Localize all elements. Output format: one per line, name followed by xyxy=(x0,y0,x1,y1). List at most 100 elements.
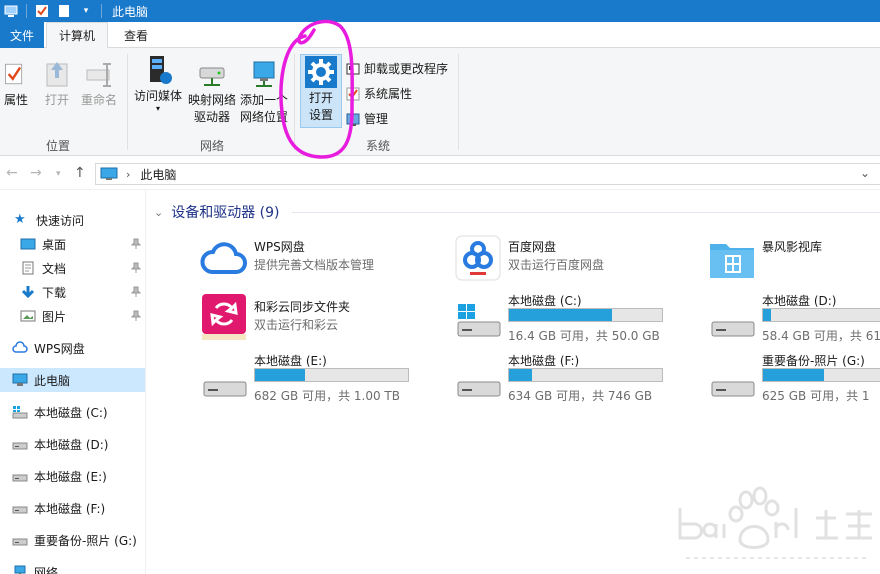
drive-icon xyxy=(457,381,501,397)
network-group-label: 网络 xyxy=(200,139,225,153)
add-network-location-button[interactable]: 添加一个 网络位置 xyxy=(238,58,290,126)
breadcrumb[interactable]: 此电脑 xyxy=(140,166,176,183)
add-location-label-2: 网络位置 xyxy=(239,110,288,124)
map-network-drive-button[interactable]: 映射网络 驱动器 xyxy=(186,58,238,126)
pin-icon[interactable] xyxy=(131,262,141,274)
settings-label-2: 设置 xyxy=(308,108,333,122)
add-location-label-1: 添加一个 xyxy=(239,93,288,107)
open-settings-button[interactable]: 打开 设置 xyxy=(300,56,342,124)
drive-d-item[interactable]: 本地磁盘 (D:) 58.4 GB 可用，共 61. xyxy=(708,292,880,343)
sidebar-item-label: 文档 xyxy=(42,261,67,276)
sidebar-item-desktop[interactable]: 桌面 xyxy=(0,232,145,256)
devices-section-header[interactable]: ⌄ 设备和驱动器 (9) xyxy=(154,202,280,222)
sidebar-item-drive-g[interactable]: 重要备份-照片 (G:) xyxy=(0,528,145,552)
pin-icon[interactable] xyxy=(131,310,141,322)
up-arrow-icon[interactable]: ↑ xyxy=(74,165,86,181)
rename-label: 重命名 xyxy=(80,93,117,107)
drive-c-item[interactable]: 本地磁盘 (C:) 16.4 GB 可用，共 50.0 GB xyxy=(454,292,684,343)
sidebar-item-label: 本地磁盘 (E:) xyxy=(34,469,107,484)
sidebar-item-drive-d[interactable]: 本地磁盘 (D:) xyxy=(0,432,145,456)
pictures-icon xyxy=(20,310,36,322)
wps-drive-item[interactable]: WPS网盘 提供完善文档版本管理 xyxy=(200,234,430,284)
properties-check-icon[interactable] xyxy=(35,4,49,18)
tab-file[interactable]: 文件 xyxy=(0,22,44,48)
baidu-netdisk-item[interactable]: 百度网盘 双击运行百度网盘 xyxy=(454,234,684,284)
forward-arrow-icon[interactable]: → xyxy=(30,165,42,181)
collapse-chevron-icon[interactable]: ⌄ xyxy=(154,206,163,219)
network-icon xyxy=(14,565,26,574)
cloud-icon xyxy=(12,341,28,353)
system-properties-button[interactable]: 系统属性 xyxy=(346,85,412,102)
back-arrow-icon[interactable]: ← xyxy=(6,165,18,181)
access-media-label: 访问媒体 xyxy=(133,89,182,103)
sidebar-item-pictures[interactable]: 图片 xyxy=(0,304,145,328)
document-icon xyxy=(22,261,34,275)
drive-usage-fill xyxy=(763,369,825,381)
item-description: 双击运行和彩云 xyxy=(254,318,339,332)
sidebar-item-drive-f[interactable]: 本地磁盘 (F:) xyxy=(0,496,145,520)
computer-icon[interactable] xyxy=(4,4,18,18)
sidebar-item-wps-drive[interactable]: WPS网盘 xyxy=(0,336,145,360)
access-media-button[interactable]: 访问媒体 ▾ xyxy=(132,54,184,113)
drive-name: 本地磁盘 (C:) xyxy=(508,294,582,308)
media-icon xyxy=(150,56,172,84)
sidebar-item-documents[interactable]: 文档 xyxy=(0,256,145,280)
network-drive-icon xyxy=(199,67,225,86)
drive-name: 本地磁盘 (E:) xyxy=(254,354,327,368)
tab-view[interactable]: 查看 xyxy=(112,22,160,49)
item-name: 和彩云同步文件夹 xyxy=(254,300,351,314)
sidebar-item-drive-e[interactable]: 本地磁盘 (E:) xyxy=(0,464,145,488)
rename-button[interactable]: 重命名 xyxy=(78,58,120,109)
sidebar-item-label: 图片 xyxy=(42,309,67,324)
properties-button[interactable]: 属性 xyxy=(2,58,30,109)
quick-access-toolbar: ▾ xyxy=(0,0,106,22)
caiyun-sync-icon xyxy=(202,294,246,340)
sidebar-item-label: 此电脑 xyxy=(34,373,71,388)
tab-computer[interactable]: 计算机 xyxy=(46,22,108,49)
drive-f-item[interactable]: 本地磁盘 (F:) 634 GB 可用，共 746 GB xyxy=(454,352,684,403)
drive-usage-bar xyxy=(508,368,663,382)
drive-e-item[interactable]: 本地磁盘 (E:) 682 GB 可用，共 1.00 TB xyxy=(200,352,430,403)
open-button[interactable]: 打开 xyxy=(40,58,74,109)
new-folder-icon[interactable] xyxy=(57,4,71,18)
pin-icon[interactable] xyxy=(131,286,141,298)
drive-capacity: 682 GB 可用，共 1.00 TB xyxy=(254,389,400,403)
ribbon-tab-bar: 文件 计算机 查看 xyxy=(0,22,880,49)
drive-icon xyxy=(12,538,28,546)
customize-dropdown-icon[interactable]: ▾ xyxy=(79,4,93,18)
windows-drive-icon xyxy=(457,304,501,337)
drive-icon xyxy=(12,474,28,482)
drive-usage-bar xyxy=(762,308,880,322)
drive-g-item[interactable]: 重要备份-照片 (G:) 625 GB 可用，共 1 xyxy=(708,352,880,403)
sidebar-item-downloads[interactable]: 下载 xyxy=(0,280,145,304)
gear-icon xyxy=(305,56,337,88)
baofeng-library-item[interactable]: 暴风影视库 xyxy=(708,234,880,284)
sidebar-item-this-pc[interactable]: 此电脑 xyxy=(0,368,145,392)
manage-button[interactable]: 管理 xyxy=(346,110,388,127)
item-name: WPS网盘 xyxy=(254,240,305,254)
recent-chevron-icon[interactable]: ▾ xyxy=(56,169,61,179)
drive-name: 本地磁盘 (F:) xyxy=(508,354,580,368)
uninstall-programs-button[interactable]: 卸载或更改程序 xyxy=(346,60,448,77)
caiyun-sync-folder-item[interactable]: 和彩云同步文件夹 双击运行和彩云 xyxy=(200,294,430,344)
drive-icon xyxy=(711,381,755,397)
download-icon xyxy=(21,286,35,299)
section-divider xyxy=(292,212,880,213)
group-divider xyxy=(294,54,295,150)
address-bar[interactable]: › 此电脑 ⌄ xyxy=(95,163,880,185)
system-properties-label: 系统属性 xyxy=(364,87,413,101)
sidebar-item-label: 下载 xyxy=(42,285,67,300)
item-name: 暴风影视库 xyxy=(762,240,823,254)
sidebar-item-label: 桌面 xyxy=(42,237,67,252)
sidebar-item-quick-access[interactable]: ★ 快速访问 xyxy=(0,208,145,232)
drive-capacity: 58.4 GB 可用，共 61. xyxy=(762,329,880,343)
pin-icon[interactable] xyxy=(131,238,141,250)
rename-icon xyxy=(86,63,111,87)
drive-usage-bar xyxy=(762,368,880,382)
sidebar-item-network[interactable]: 网络 xyxy=(0,560,145,574)
address-dropdown-icon[interactable]: ⌄ xyxy=(860,166,870,180)
map-drive-label-1: 映射网络 xyxy=(187,93,236,107)
breadcrumb-chevron-icon[interactable]: › xyxy=(126,168,130,181)
sidebar-item-drive-c[interactable]: 本地磁盘 (C:) xyxy=(0,400,145,424)
drive-capacity: 634 GB 可用，共 746 GB xyxy=(508,389,653,403)
